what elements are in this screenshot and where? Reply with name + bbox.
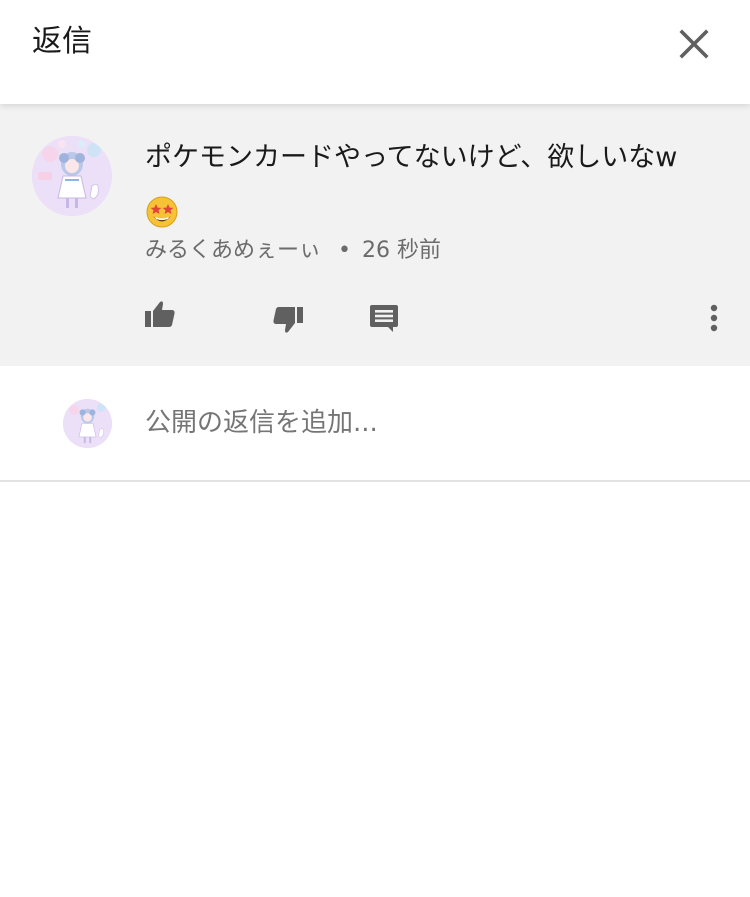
current-user-avatar: [63, 399, 112, 448]
comment-text: ポケモンカードやってないけど、欲しいなw: [145, 142, 678, 173]
close-icon: [679, 29, 709, 59]
comment-icon: [370, 305, 398, 332]
avatar-illustration: [63, 399, 112, 448]
thumbs-down-icon: [273, 307, 303, 333]
star-struck-emoji: [146, 196, 178, 228]
avatar-illustration: [32, 136, 112, 216]
comment-meta: みるくあめぇーぃ • 26 秒前: [145, 236, 441, 266]
dislike-button[interactable]: [266, 298, 310, 342]
comment-author[interactable]: みるくあめぇーぃ: [145, 238, 321, 263]
close-button[interactable]: [668, 18, 720, 70]
like-button[interactable]: [138, 292, 182, 336]
meta-separator: •: [338, 238, 351, 263]
more-options-button[interactable]: [692, 296, 736, 340]
dialog-title: 返信: [32, 24, 92, 59]
comment-timestamp[interactable]: 26 秒前: [362, 238, 441, 263]
reply-composer: [0, 366, 750, 482]
more-vertical-icon: [710, 304, 718, 332]
thumbs-up-icon: [145, 301, 175, 327]
reply-input[interactable]: [145, 408, 705, 438]
comment-card: ポケモンカードやってないけど、欲しいなw みるくあめぇーぃ • 26 秒前: [0, 104, 750, 366]
user-avatar[interactable]: [32, 136, 112, 216]
dialog-header: 返信: [0, 0, 750, 104]
reply-button[interactable]: [362, 296, 406, 340]
